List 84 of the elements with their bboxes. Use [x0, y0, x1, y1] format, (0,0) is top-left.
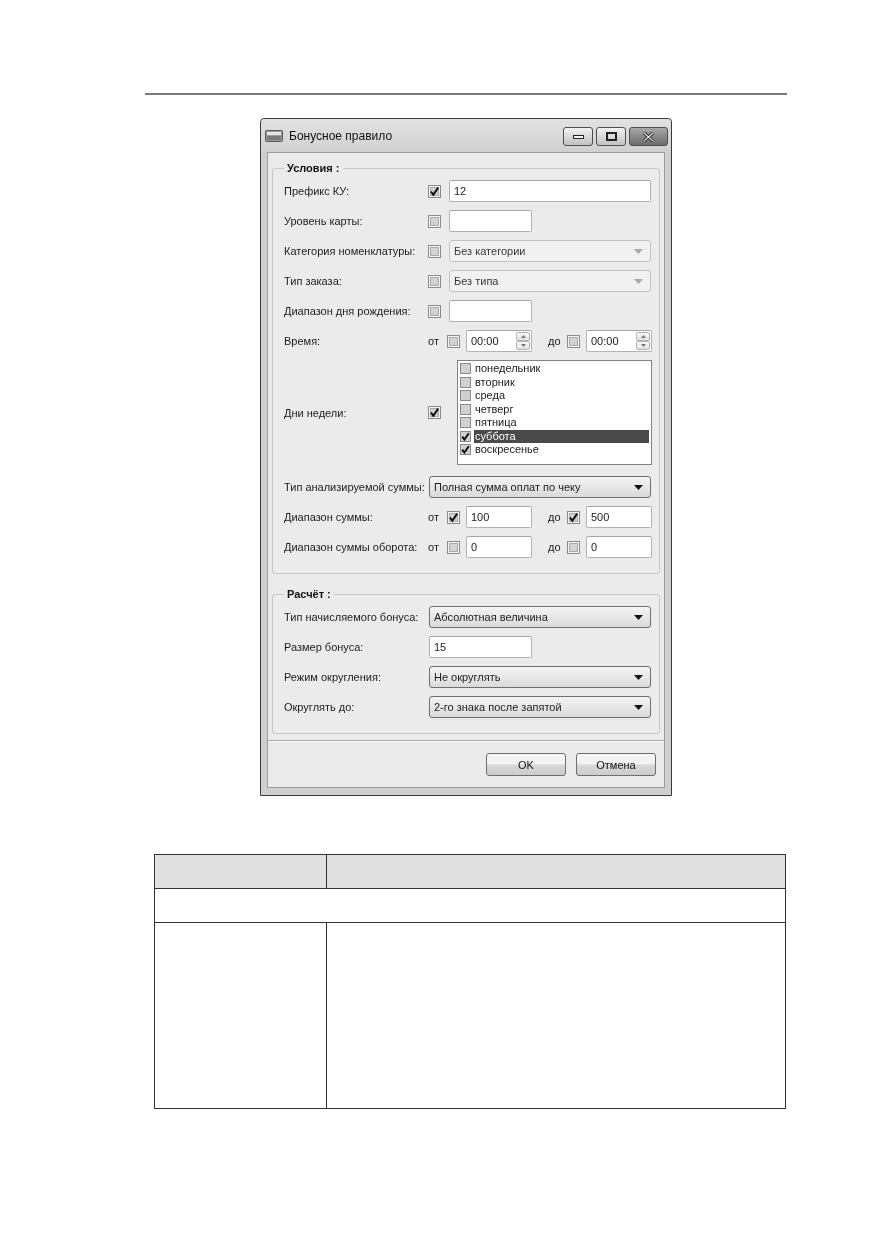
checkbox[interactable] — [460, 363, 471, 375]
dropdown-arrow-icon — [634, 614, 643, 620]
close-button[interactable] — [629, 127, 668, 146]
dropdown[interactable]: Не округлять — [429, 666, 651, 688]
field-label: Категория номенклатуры: — [284, 244, 417, 258]
field-label: Тип заказа: — [284, 274, 343, 288]
range-label: до — [548, 334, 561, 348]
maximize-icon — [605, 132, 617, 141]
field-label: Размер бонуса: — [284, 640, 365, 654]
text-field[interactable]: 500 — [586, 506, 652, 528]
range-label: от — [428, 540, 439, 554]
list-item[interactable]: среда — [474, 389, 649, 403]
dropdown-arrow-icon — [634, 704, 643, 710]
text-field[interactable]: 0 — [466, 536, 532, 558]
maximize-button[interactable] — [596, 127, 626, 146]
checkbox[interactable] — [447, 334, 460, 348]
dropdown-arrow-icon — [634, 278, 643, 284]
spin-up-button[interactable] — [636, 332, 650, 341]
text-field[interactable]: 12 — [449, 180, 651, 202]
group-title: Условия : — [286, 161, 341, 175]
checkbox[interactable] — [428, 406, 441, 419]
checkbox[interactable] — [428, 304, 441, 318]
time-field[interactable]: 00:00 — [466, 330, 532, 352]
spin-down-button[interactable] — [516, 341, 530, 350]
list-item[interactable]: понедельник — [474, 362, 649, 376]
checkbox[interactable] — [460, 430, 471, 442]
range-label: от — [428, 334, 439, 348]
checkbox[interactable] — [460, 444, 471, 456]
group-title: Расчёт : — [286, 587, 332, 601]
window-title: Бонусное правило — [289, 128, 393, 143]
dropdown[interactable]: Абсолютная величина — [429, 606, 651, 628]
checkbox[interactable] — [567, 510, 580, 524]
cancel-button[interactable]: Отмена — [576, 753, 656, 776]
range-label: до — [548, 510, 561, 524]
field-label: Тип анализируемой суммы: — [284, 480, 426, 494]
field-label: Уровень карты: — [284, 214, 364, 228]
minimize-icon — [572, 134, 584, 139]
list-item[interactable]: четверг — [474, 402, 649, 416]
up-arrow-icon — [640, 335, 646, 338]
list-item[interactable]: пятница — [474, 416, 649, 430]
range-label: от — [428, 510, 439, 524]
checkbox[interactable] — [460, 403, 471, 415]
checkbox[interactable] — [567, 540, 580, 554]
field-label: Диапазон суммы: — [284, 510, 374, 524]
checkbox[interactable] — [447, 510, 460, 524]
text-field[interactable]: 15 — [429, 636, 532, 658]
text-field[interactable]: 100 — [466, 506, 532, 528]
dropdown-arrow-icon — [634, 248, 643, 254]
checkbox[interactable] — [428, 184, 441, 198]
field-label: Время: — [284, 334, 322, 348]
field-label: Префикс КУ: — [284, 184, 351, 198]
down-arrow-icon — [640, 344, 646, 347]
text-field[interactable] — [449, 210, 532, 232]
minimize-button[interactable] — [563, 127, 593, 146]
dropdown-arrow-icon — [634, 674, 643, 680]
spin-up-button[interactable] — [516, 332, 530, 341]
field-label: Режим округления: — [284, 670, 382, 684]
checkbox[interactable] — [460, 417, 471, 429]
window-icon — [265, 129, 283, 142]
range-label: до — [548, 540, 561, 554]
dropdown[interactable]: Полная сумма оплат по чеку — [429, 476, 651, 498]
list-item[interactable]: суббота — [474, 429, 649, 443]
dropdown[interactable]: 2-го знака после запятой — [429, 696, 651, 718]
list-item[interactable]: вторник — [474, 375, 649, 389]
checkbox[interactable] — [428, 214, 441, 228]
field-label: Диапазон дня рождения: — [284, 304, 412, 318]
up-arrow-icon — [520, 335, 526, 338]
checkbox[interactable] — [567, 334, 580, 348]
field-label: Тип начисляемого бонуса: — [284, 610, 420, 624]
dropdown-arrow-icon — [634, 484, 643, 490]
field-label: Дни недели: — [284, 405, 348, 420]
checkbox[interactable] — [460, 390, 471, 402]
down-arrow-icon — [520, 344, 526, 347]
close-icon — [642, 131, 655, 142]
field-label: Округлять до: — [284, 700, 356, 714]
spin-down-button[interactable] — [636, 341, 650, 350]
text-field[interactable]: 0 — [586, 536, 652, 558]
ok-button[interactable]: OK — [486, 753, 566, 776]
checkbox[interactable] — [460, 376, 471, 388]
field-label: Диапазон суммы оборота: — [284, 540, 419, 554]
checkbox[interactable] — [447, 540, 460, 554]
list-item[interactable]: воскресенье — [474, 443, 649, 457]
time-field[interactable]: 00:00 — [586, 330, 652, 352]
text-field[interactable] — [449, 300, 532, 322]
